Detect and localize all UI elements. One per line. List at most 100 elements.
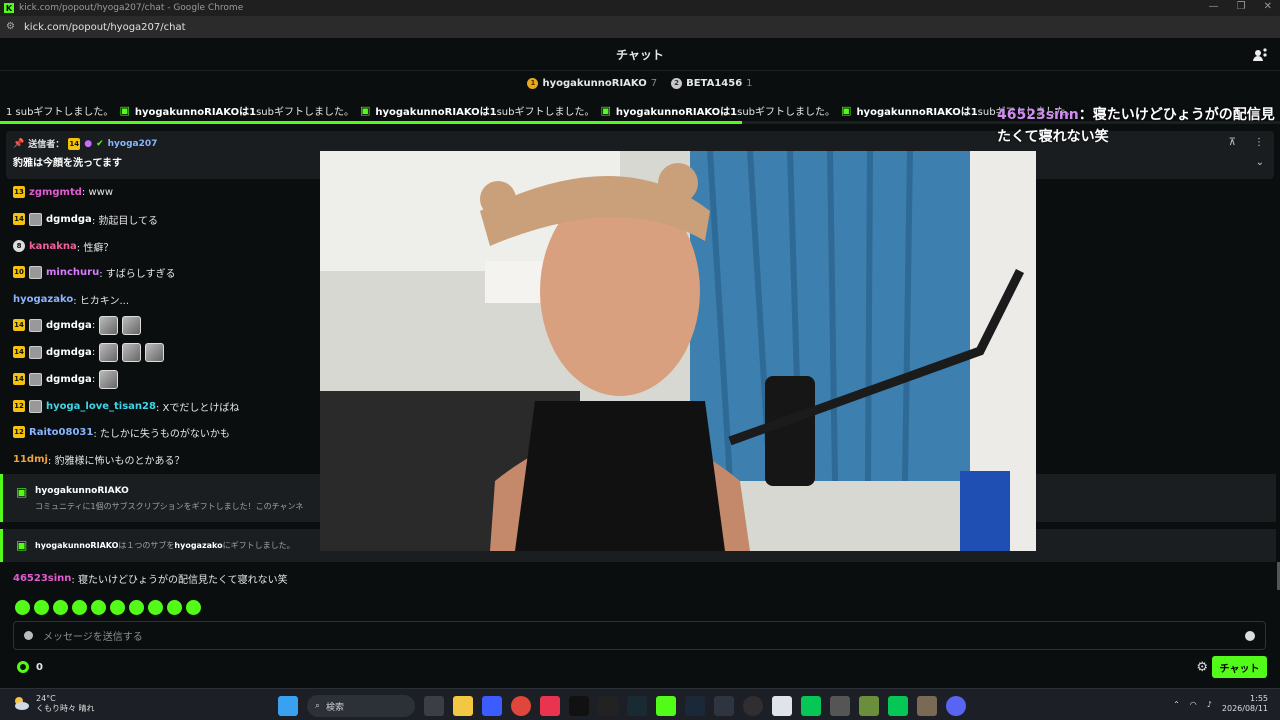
chat-username[interactable]: dgmdga	[46, 320, 92, 331]
minecraft-icon[interactable]	[859, 696, 879, 716]
system-tray: ⌃ ◠ ♪ 1:55 2026/08/11	[1173, 694, 1268, 714]
chat-text: :	[91, 346, 96, 358]
discord-icon[interactable]	[946, 696, 966, 716]
gear-icon[interactable]: ⚙	[1196, 660, 1208, 675]
line-icon[interactable]	[801, 696, 821, 716]
rank-gold-icon: 1	[527, 77, 539, 89]
ticker-progress-fill	[0, 121, 743, 124]
gift-icon: ▣	[600, 103, 611, 117]
app-icon[interactable]	[598, 696, 618, 716]
channel-points[interactable]: 0	[17, 661, 43, 673]
quick-emote[interactable]	[148, 600, 163, 615]
chat-text: : すばらしすぎる	[99, 268, 176, 280]
kick-app-icon[interactable]	[656, 696, 676, 716]
site-info-icon[interactable]: ⚙	[6, 22, 18, 32]
chat-username[interactable]: 46523sinn	[13, 573, 71, 584]
chat-input[interactable]: メッセージを送信する	[13, 621, 1266, 650]
pinned-user[interactable]: hyoga207	[108, 139, 158, 149]
obs-icon[interactable]	[743, 696, 763, 716]
network-icon[interactable]: ◠	[1190, 700, 1197, 709]
stream-video-popout[interactable]	[320, 151, 1036, 551]
chat-input-placeholder[interactable]: メッセージを送信する	[43, 628, 143, 643]
verified-badge-icon: ✔	[96, 138, 104, 149]
taskbar-search[interactable]: ⌕ 検索	[307, 695, 415, 717]
mic-badge-icon: ●	[84, 138, 93, 149]
chat-text: : ヒカキン...	[73, 295, 130, 307]
gift-event-user[interactable]: hyogakunnoRIAKO	[35, 486, 129, 496]
quick-emote[interactable]	[72, 600, 87, 615]
leaderboard-user: hyogakunnoRIAKO	[542, 77, 647, 89]
quick-emote[interactable]	[34, 600, 49, 615]
chat-username[interactable]: hyoga_love_tisan28	[46, 401, 156, 412]
app-icon[interactable]	[540, 696, 560, 716]
quick-emote[interactable]	[167, 600, 182, 615]
chat-username[interactable]: dgmdga	[46, 374, 92, 385]
sub-badge: 14	[13, 346, 25, 358]
steam-icon[interactable]	[685, 696, 705, 716]
points-count: 0	[36, 661, 43, 673]
sub-badge: 8	[13, 240, 25, 252]
chat-username[interactable]: kanakna	[29, 241, 77, 252]
app-icon[interactable]	[772, 696, 792, 716]
app-icon[interactable]	[627, 696, 647, 716]
chat-username[interactable]: zgmgmtd	[29, 187, 82, 198]
app-icon[interactable]	[482, 696, 502, 716]
chat-username[interactable]: hyogazako	[13, 294, 73, 305]
user-badge-icon	[29, 265, 42, 279]
chat-username[interactable]: dgmdga	[46, 214, 92, 225]
chat-message: 12 hyoga_love_tisan28: Xでだしとけばね	[13, 397, 239, 415]
send-chat-button[interactable]: チャット	[1212, 656, 1267, 678]
weather-widget[interactable]: 24°C くもり時々 晴れ	[12, 694, 95, 714]
gift-target[interactable]: hyogazako	[174, 541, 222, 550]
address-bar[interactable]: ⚙ kick.com/popout/hyoga207/chat	[0, 16, 1280, 38]
tiktok-icon[interactable]	[569, 696, 589, 716]
user-badge-icon	[29, 372, 42, 386]
chat-username[interactable]: 11dmj	[13, 454, 48, 465]
minimize-icon[interactable]: —	[1209, 1, 1219, 12]
leaderboard-entry[interactable]: 1 hyogakunnoRIAKO 7	[527, 77, 658, 89]
chrome-icon[interactable]	[511, 696, 531, 716]
chat-username[interactable]: dgmdga	[46, 347, 92, 358]
emoji-picker-icon[interactable]	[1245, 631, 1255, 641]
task-view-icon[interactable]	[424, 696, 444, 716]
windows-start-icon[interactable]	[278, 696, 298, 716]
gift-leaderboard: 1 hyogakunnoRIAKO 7 2 BETA1456 1	[0, 72, 1280, 94]
url-text[interactable]: kick.com/popout/hyoga207/chat	[24, 22, 186, 33]
volume-icon[interactable]: ♪	[1207, 700, 1212, 709]
chat-footer: 0 ⚙ チャット	[0, 656, 1280, 680]
quick-emote[interactable]	[129, 600, 144, 615]
quick-emote[interactable]	[91, 600, 106, 615]
shield-icon	[24, 631, 33, 640]
leaderboard-entry[interactable]: 2 BETA1456 1	[671, 77, 753, 89]
line-icon[interactable]	[888, 696, 908, 716]
chat-emote	[122, 342, 142, 362]
user-settings-icon[interactable]	[1252, 47, 1268, 63]
leaderboard-count: 7	[650, 77, 658, 89]
system-clock[interactable]: 1:55 2026/08/11	[1222, 694, 1268, 714]
chevron-up-icon[interactable]: ⌃	[1173, 700, 1180, 709]
overlay-user: 46523sinn	[997, 107, 1079, 123]
quick-emote[interactable]	[53, 600, 68, 615]
app-icon[interactable]	[714, 696, 734, 716]
chat-title: チャット	[616, 47, 664, 62]
chat-text: :	[91, 373, 96, 385]
quick-emote[interactable]	[186, 600, 201, 615]
leaderboard-count: 1	[746, 77, 753, 89]
app-icon[interactable]	[830, 696, 850, 716]
quick-emote[interactable]	[15, 600, 30, 615]
pinned-header: 📌 送信者： 14 ● ✔ hyoga207	[13, 137, 157, 150]
file-explorer-icon[interactable]	[453, 696, 473, 716]
quick-emote[interactable]	[110, 600, 125, 615]
rank-silver-icon: 2	[671, 77, 683, 89]
chat-username[interactable]: minchuru	[46, 267, 99, 278]
restore-icon[interactable]: ❐	[1237, 1, 1246, 12]
chat-message: hyogazako: ヒカキン...	[13, 290, 129, 308]
sub-badge: 10	[13, 266, 25, 278]
close-icon[interactable]: ✕	[1264, 1, 1272, 12]
user-badge-icon	[29, 345, 42, 359]
app-icon[interactable]	[917, 696, 937, 716]
gift-sender[interactable]: hyogakunnoRIAKO	[35, 541, 118, 550]
chat-username[interactable]: Raito08031	[29, 427, 93, 438]
weather-cloud-icon	[15, 697, 29, 710]
chevron-down-icon[interactable]: ⌄	[1256, 157, 1264, 168]
